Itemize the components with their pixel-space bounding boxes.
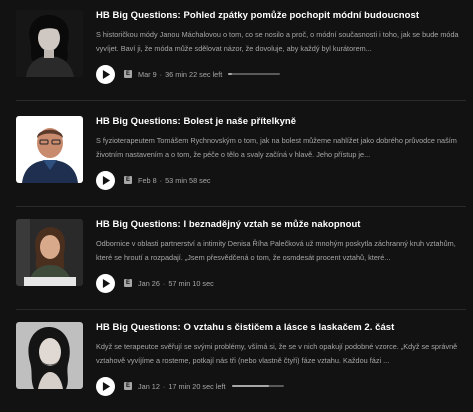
portrait-image-icon: [16, 322, 83, 389]
meta-separator: ·: [162, 381, 166, 391]
episode-item[interactable]: HB Big Questions: Bolest je naše přítelk…: [0, 110, 473, 207]
episode-description: S fyzioterapeutem Tomášem Rychnovským o …: [96, 136, 457, 159]
episode-date: Jan 26: [138, 278, 160, 288]
episode-duration: 17 min 20 sec left: [168, 381, 226, 391]
episode-date: Feb 8: [138, 175, 157, 185]
episode-list: HB Big Questions: Pohled zpátky pomůže p…: [0, 0, 473, 401]
portrait-image-icon: [16, 10, 83, 77]
divider: [16, 206, 466, 207]
episode-date: Mar 9: [138, 69, 157, 79]
episode-thumbnail[interactable]: [16, 322, 83, 389]
portrait-image-icon: [16, 116, 83, 183]
explicit-badge-icon: E: [124, 382, 132, 390]
explicit-badge-icon: E: [124, 70, 132, 78]
episode-thumbnail[interactable]: [16, 116, 83, 183]
progress-bar-fill: [231, 385, 269, 387]
episode-item[interactable]: HB Big Questions: O vztahu s čističem a …: [0, 316, 473, 412]
play-icon: [102, 381, 111, 391]
meta-separator: ·: [159, 69, 163, 79]
episode-thumbnail[interactable]: [16, 10, 83, 77]
explicit-badge-icon: E: [124, 176, 132, 184]
divider: [16, 100, 466, 101]
divider: [16, 309, 466, 310]
episode-duration: 36 min 22 sec left: [165, 69, 223, 79]
episode-controls: E Feb 8 · 53 min 58 sec: [96, 170, 466, 190]
episode-thumbnail[interactable]: [16, 219, 83, 286]
episode-title[interactable]: HB Big Questions: I beznadějný vztah se …: [96, 219, 466, 230]
episode-description: Odbornice v oblasti partnerství a intimi…: [96, 239, 456, 262]
progress-bar: [228, 73, 281, 75]
play-icon: [102, 175, 111, 185]
portrait-image-icon: [16, 219, 83, 286]
meta-separator: ·: [159, 175, 163, 185]
play-icon: [102, 278, 111, 288]
progress-bar: [231, 385, 284, 387]
play-button[interactable]: [96, 273, 115, 293]
episode-title[interactable]: HB Big Questions: O vztahu s čističem a …: [96, 322, 466, 333]
play-button[interactable]: [96, 170, 115, 190]
play-button[interactable]: [96, 376, 115, 396]
episode-controls: E Mar 9 · 36 min 22 sec left: [96, 64, 466, 84]
progress-bar-fill: [228, 73, 233, 75]
episode-title[interactable]: HB Big Questions: Pohled zpátky pomůže p…: [96, 10, 466, 21]
episode-duration: 53 min 58 sec: [165, 175, 211, 185]
play-button[interactable]: [96, 64, 115, 84]
episode-description: S historičkou módy Janou Máchalovou o to…: [96, 30, 459, 53]
episode-title[interactable]: HB Big Questions: Bolest je naše přítelk…: [96, 116, 466, 127]
episode-item[interactable]: HB Big Questions: Pohled zpátky pomůže p…: [0, 4, 473, 101]
episode-duration: 57 min 10 sec: [168, 278, 214, 288]
play-icon: [102, 69, 111, 79]
episode-controls: E Jan 26 · 57 min 10 sec: [96, 273, 466, 293]
episode-description: Když se terapeutce svěřují se svými prob…: [96, 342, 458, 365]
episode-controls: E Jan 12 · 17 min 20 sec left: [96, 376, 466, 396]
explicit-badge-icon: E: [124, 279, 132, 287]
episode-item[interactable]: HB Big Questions: I beznadějný vztah se …: [0, 213, 473, 310]
meta-separator: ·: [162, 278, 166, 288]
episode-date: Jan 12: [138, 381, 160, 391]
